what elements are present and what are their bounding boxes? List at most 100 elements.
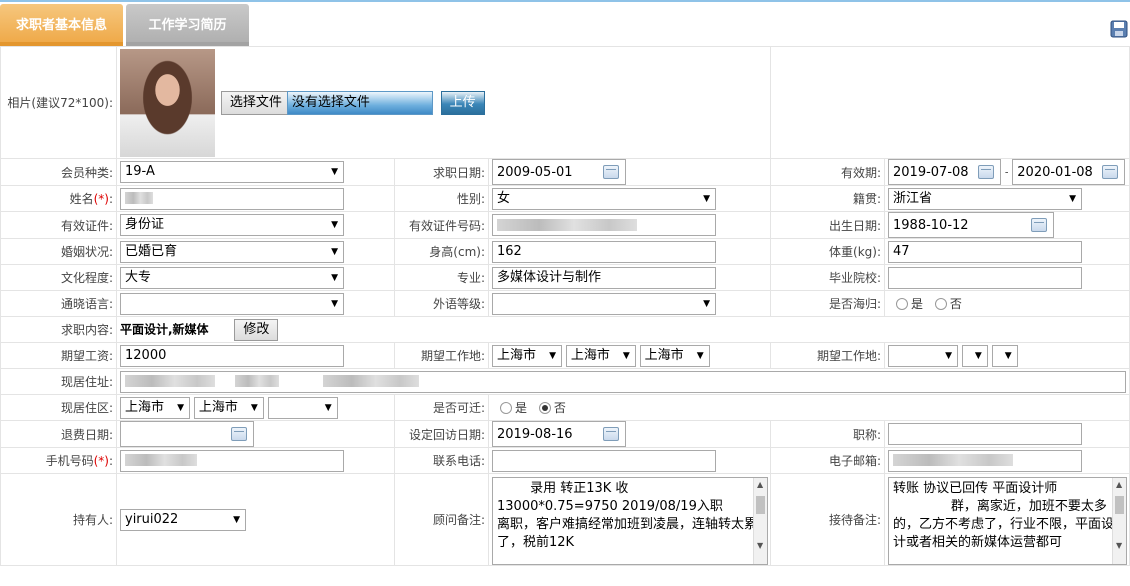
- calendar-icon[interactable]: [231, 427, 247, 441]
- mobile-input[interactable]: [120, 449, 344, 472]
- language-select[interactable]: ▼: [120, 292, 344, 315]
- save-icon[interactable]: [1110, 20, 1128, 38]
- phone-input[interactable]: [492, 449, 716, 472]
- photo-label: 相片(建议72*100):: [0, 46, 117, 159]
- school-input[interactable]: [888, 266, 1083, 289]
- applicant-photo: [120, 48, 215, 157]
- work-city-select-2[interactable]: ▼: [961, 344, 988, 367]
- scroll-down-icon[interactable]: ▼: [757, 541, 763, 550]
- scroll-down-icon[interactable]: ▼: [1116, 541, 1122, 550]
- valid-start-value: 2019-07-08: [893, 165, 969, 180]
- required-mark: (*): [93, 192, 109, 206]
- birth-date-input[interactable]: 1988-10-12: [888, 212, 1055, 238]
- district-city-select[interactable]: 上海市 ▼: [193, 396, 264, 419]
- refund-date-input[interactable]: [120, 421, 254, 447]
- school-label: 毕业院校:: [770, 264, 886, 291]
- major-label: 专业:: [394, 264, 489, 291]
- native-place-label: 籍贯:: [770, 185, 886, 212]
- reception-note-label: 接待备注:: [770, 473, 886, 566]
- chevron-down-icon: ▼: [331, 167, 338, 177]
- modify-job-content-button[interactable]: 修改: [234, 318, 279, 341]
- valid-period-label: 有效期:: [770, 158, 886, 186]
- calendar-icon[interactable]: [1102, 165, 1119, 179]
- salary-input[interactable]: 12000: [120, 344, 344, 367]
- scroll-up-icon[interactable]: ▲: [757, 480, 763, 489]
- reception-note-textarea[interactable]: 转账 协议已回传 平面设计师 群，离家近，加班不要太多的，乙方不考虑了，行业不限…: [888, 476, 1128, 565]
- advisor-note-textarea[interactable]: 录用 转正13K 收 13000*0.75=9750 2019/08/19入职 …: [492, 476, 768, 565]
- chevron-down-icon: ▼: [945, 350, 953, 361]
- id-doc-select[interactable]: 身份证 ▼: [120, 214, 344, 236]
- revisit-date-input[interactable]: 2019-08-16: [492, 421, 626, 447]
- mobile-label-text: 手机号码: [45, 454, 94, 468]
- district-province-select[interactable]: 上海市 ▼: [120, 396, 190, 419]
- height-input[interactable]: 162: [492, 240, 716, 263]
- tab-work-history[interactable]: 工作学习简历: [126, 4, 249, 46]
- native-place-value: 浙江省: [893, 190, 933, 206]
- relocate-no-radio[interactable]: [538, 401, 551, 414]
- work-province-select-2[interactable]: ▼: [888, 344, 959, 367]
- work-city-select[interactable]: 上海市 ▼: [565, 344, 636, 367]
- valid-end-input[interactable]: 2020-01-08: [1012, 159, 1126, 185]
- marital-value: 已婚已育: [125, 243, 178, 259]
- chevron-down-icon: ▼: [1069, 193, 1077, 204]
- district-city-value: 上海市: [198, 399, 238, 415]
- job-content-value: 平面设计,新媒体: [120, 322, 209, 336]
- gender-value: 女: [497, 190, 511, 206]
- address-label: 现居住址:: [0, 368, 117, 395]
- work-district-select[interactable]: 上海市 ▼: [639, 344, 710, 367]
- height-label: 身高(cm):: [394, 238, 489, 265]
- major-input[interactable]: 多媒体设计与制作: [492, 266, 716, 289]
- valid-start-input[interactable]: 2019-07-08: [888, 159, 1002, 185]
- chevron-down-icon: ▼: [331, 298, 338, 309]
- redacted-text: [497, 218, 637, 231]
- chevron-down-icon: ▼: [1004, 350, 1012, 361]
- holder-select[interactable]: yirui022 ▼: [120, 508, 246, 531]
- relocate-no-label: 否: [553, 401, 566, 415]
- weight-input[interactable]: 47: [888, 240, 1083, 263]
- address-input[interactable]: [120, 370, 1126, 393]
- reception-note-scrollbar[interactable]: ▲ ▼: [1112, 477, 1127, 564]
- choose-file-button[interactable]: 选择文件: [220, 90, 291, 115]
- title-input[interactable]: [888, 423, 1083, 445]
- work-place-label-1: 期望工作地:: [394, 342, 489, 369]
- upload-button[interactable]: 上传: [440, 90, 485, 115]
- redacted-text: [125, 454, 197, 466]
- district-label: 现居住区:: [0, 394, 117, 421]
- calendar-icon[interactable]: [1031, 218, 1048, 232]
- relocate-yes-label: 是: [515, 401, 528, 415]
- label-colon: :: [108, 454, 113, 468]
- name-input[interactable]: [120, 187, 344, 210]
- gender-select[interactable]: 女 ▼: [492, 187, 716, 210]
- work-province-select[interactable]: 上海市 ▼: [492, 344, 562, 367]
- overseas-no-radio[interactable]: [934, 297, 947, 310]
- scroll-thumb[interactable]: [756, 495, 765, 514]
- calendar-icon[interactable]: [603, 427, 619, 441]
- phone-label: 联系电话:: [394, 447, 489, 474]
- tab-basic-info[interactable]: 求职者基本信息: [0, 4, 123, 46]
- photo-empty-cell: [770, 46, 1130, 159]
- work-district-value: 上海市: [644, 347, 684, 363]
- scroll-up-icon[interactable]: ▲: [1116, 480, 1122, 489]
- scroll-thumb[interactable]: [1115, 495, 1125, 514]
- id-number-input[interactable]: [492, 214, 716, 236]
- advisor-note-scrollbar[interactable]: ▲ ▼: [753, 477, 767, 564]
- calendar-icon[interactable]: [978, 165, 995, 179]
- district-area-select[interactable]: ▼: [267, 396, 338, 419]
- education-select[interactable]: 大专 ▼: [120, 266, 344, 289]
- redacted-text: [125, 192, 153, 204]
- native-place-select[interactable]: 浙江省 ▼: [888, 187, 1083, 210]
- calendar-icon[interactable]: [603, 165, 619, 179]
- overseas-yes-radio[interactable]: [896, 297, 909, 310]
- work-district-select-2[interactable]: ▼: [991, 344, 1018, 367]
- marital-select[interactable]: 已婚已育 ▼: [120, 240, 344, 263]
- overseas-no-label: 否: [949, 297, 962, 311]
- foreign-level-select[interactable]: ▼: [492, 292, 716, 315]
- job-date-input[interactable]: 2009-05-01: [492, 159, 626, 185]
- redacted-text: [323, 375, 419, 387]
- chevron-down-icon: ▼: [177, 402, 184, 413]
- chevron-down-icon: ▼: [331, 272, 338, 283]
- relocate-yes-radio[interactable]: [500, 401, 512, 414]
- advisor-note-label: 顾问备注:: [394, 473, 489, 566]
- member-type-select[interactable]: 19-A ▼: [120, 161, 344, 183]
- email-input[interactable]: [888, 449, 1083, 472]
